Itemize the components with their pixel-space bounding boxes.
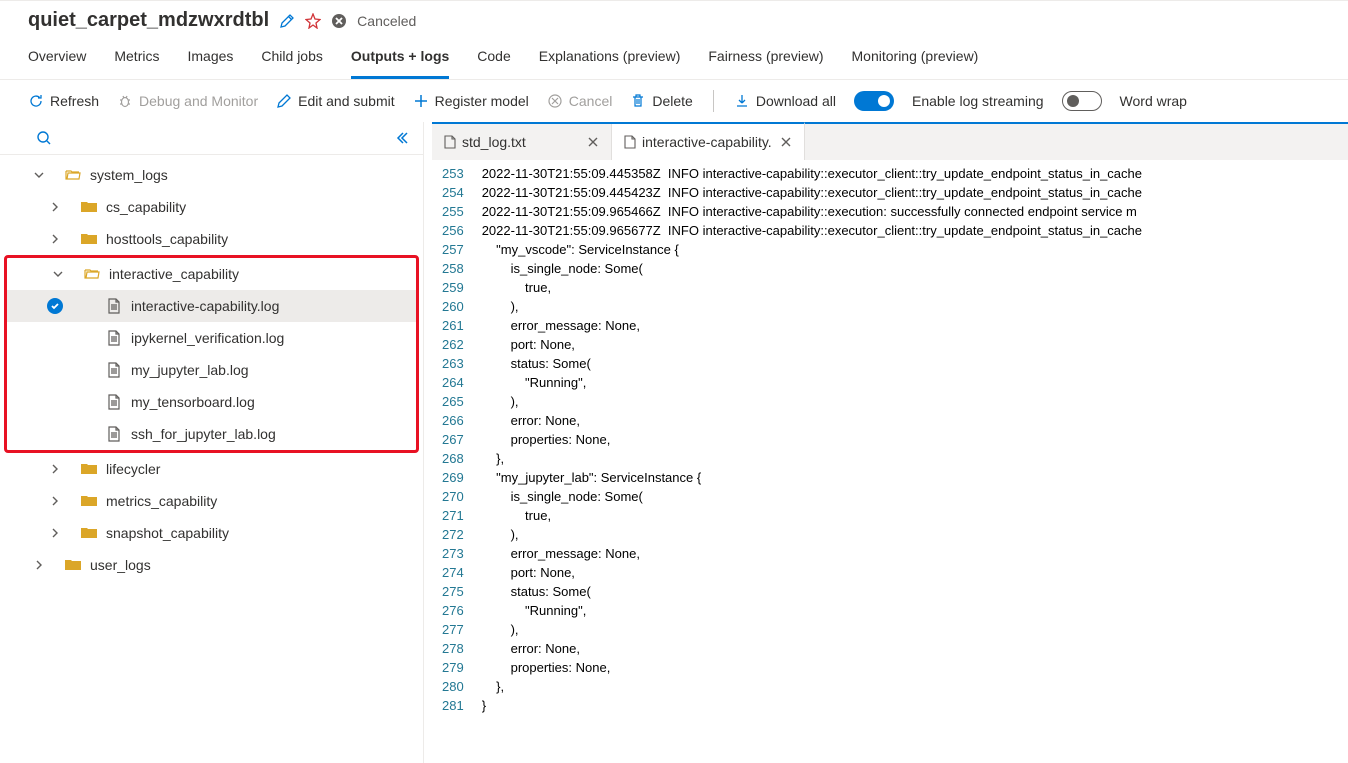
close-icon[interactable] [780, 136, 792, 148]
chevron-down-icon [32, 170, 46, 180]
file-icon [105, 362, 123, 378]
plus-icon [413, 93, 429, 109]
canceled-status-icon [331, 13, 347, 29]
edit-submit-button[interactable]: Edit and submit [276, 93, 395, 109]
tree-file-interactive-capability-log[interactable]: interactive-capability.log [7, 290, 416, 322]
cancel-button: Cancel [547, 93, 613, 109]
enable-log-streaming-toggle[interactable] [854, 91, 894, 111]
code-content[interactable]: 2022-11-30T21:55:09.445358Z INFO interac… [482, 160, 1348, 763]
job-title: quiet_carpet_mdzwxrdtbl [28, 9, 269, 32]
folder-icon [80, 495, 98, 507]
toolbar-separator [713, 90, 714, 112]
tree-folder-user-logs[interactable]: user_logs [0, 549, 423, 581]
toolbar: Refresh Debug and Monitor Edit and submi… [0, 80, 1348, 122]
download-all-button[interactable]: Download all [734, 93, 836, 109]
selected-check-icon [47, 298, 63, 314]
tab-explanations[interactable]: Explanations (preview) [539, 48, 681, 79]
folder-icon [80, 463, 98, 475]
delete-button[interactable]: Delete [630, 93, 692, 109]
tree-folder-system-logs[interactable]: system_logs [0, 159, 423, 191]
refresh-button[interactable]: Refresh [28, 93, 99, 109]
tab-code[interactable]: Code [477, 48, 510, 79]
tab-overview[interactable]: Overview [28, 48, 86, 79]
tree-folder-snapshot-capability[interactable]: snapshot_capability [0, 517, 423, 549]
bug-icon [117, 93, 133, 109]
chevron-right-icon [48, 202, 62, 212]
download-icon [734, 93, 750, 109]
folder-icon [80, 201, 98, 213]
tab-child-jobs[interactable]: Child jobs [261, 48, 322, 79]
tree-folder-interactive-capability[interactable]: interactive_capability [7, 258, 416, 290]
line-number-gutter: 2532542552562572582592602612622632642652… [432, 160, 482, 763]
folder-icon [80, 527, 98, 539]
tree-file-my-tensorboard-log[interactable]: my_tensorboard.log [7, 386, 416, 418]
pencil-icon [276, 93, 292, 109]
search-icon[interactable] [36, 130, 52, 146]
folder-icon [80, 233, 98, 245]
tree-folder-hosttools-capability[interactable]: hosttools_capability [0, 223, 423, 255]
file-icon [624, 135, 636, 149]
edit-icon[interactable] [279, 13, 295, 29]
collapse-sidebar-icon[interactable] [395, 131, 409, 145]
trash-icon [630, 93, 646, 109]
enable-log-streaming-label: Enable log streaming [912, 93, 1044, 109]
tree-file-my-jupyter-lab-log[interactable]: my_jupyter_lab.log [7, 354, 416, 386]
tree-folder-lifecycler[interactable]: lifecycler [0, 453, 423, 485]
debug-monitor-button: Debug and Monitor [117, 93, 258, 109]
file-icon [105, 298, 123, 314]
chevron-right-icon [32, 560, 46, 570]
register-model-button[interactable]: Register model [413, 93, 529, 109]
nav-tabs: Overview Metrics Images Child jobs Outpu… [0, 36, 1348, 80]
tree-folder-cs-capability[interactable]: cs_capability [0, 191, 423, 223]
close-icon[interactable] [587, 136, 599, 148]
page-header: quiet_carpet_mdzwxrdtbl Canceled [0, 1, 1348, 36]
chevron-right-icon [48, 496, 62, 506]
refresh-icon [28, 93, 44, 109]
tab-metrics[interactable]: Metrics [114, 48, 159, 79]
chevron-right-icon [48, 234, 62, 244]
tab-monitoring[interactable]: Monitoring (preview) [852, 48, 979, 79]
highlight-annotation: interactive_capability interactive-capab… [4, 255, 419, 453]
tree-file-ssh-for-jupyter-lab-log[interactable]: ssh_for_jupyter_lab.log [7, 418, 416, 450]
tree-folder-metrics-capability[interactable]: metrics_capability [0, 485, 423, 517]
folder-open-icon [83, 267, 101, 281]
tab-outputs-logs[interactable]: Outputs + logs [351, 48, 449, 79]
folder-open-icon [64, 168, 82, 182]
file-tab-interactive-capability[interactable]: interactive-capability. [612, 122, 805, 160]
file-icon [105, 394, 123, 410]
chevron-down-icon [51, 269, 65, 279]
folder-icon [64, 559, 82, 571]
word-wrap-toggle[interactable] [1062, 91, 1102, 111]
chevron-right-icon [48, 464, 62, 474]
chevron-right-icon [48, 528, 62, 538]
file-tab-std-log[interactable]: std_log.txt [432, 124, 612, 160]
file-icon [105, 426, 123, 442]
tree-file-ipykernel-verification-log[interactable]: ipykernel_verification.log [7, 322, 416, 354]
cancel-icon [547, 93, 563, 109]
tab-images[interactable]: Images [187, 48, 233, 79]
word-wrap-label: Word wrap [1120, 93, 1187, 109]
star-icon[interactable] [305, 13, 321, 29]
file-tabs: std_log.txt interactive-capability. [432, 124, 1348, 160]
file-icon [105, 330, 123, 346]
tab-fairness[interactable]: Fairness (preview) [708, 48, 823, 79]
status-text: Canceled [357, 13, 416, 29]
file-tree-sidebar: system_logs cs_capability hosttools_capa… [0, 122, 424, 763]
editor-pane: std_log.txt interactive-capability. 2532… [432, 122, 1348, 763]
file-icon [444, 135, 456, 149]
